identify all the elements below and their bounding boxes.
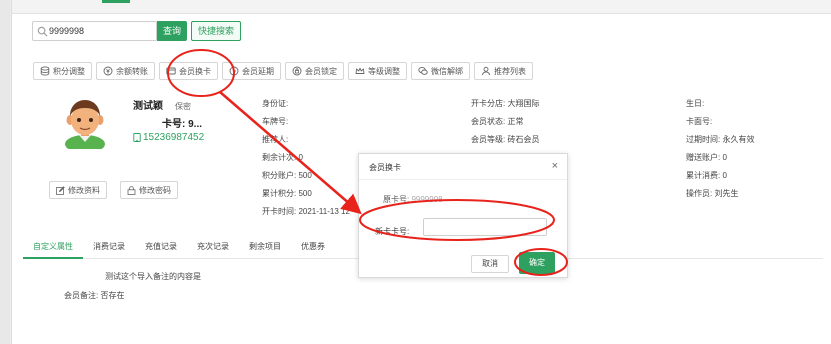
points-adjust-button[interactable]: 积分调整: [33, 62, 92, 80]
close-icon[interactable]: ×: [552, 160, 558, 172]
edit-password-button[interactable]: 修改密码: [120, 181, 178, 199]
total-consume-field: 累计消费: 0: [686, 171, 727, 180]
change-card-label: 会员换卡: [179, 66, 211, 76]
search-input[interactable]: [49, 23, 154, 39]
card-icon: [166, 67, 176, 75]
member-extend-button[interactable]: 会员延期: [222, 62, 281, 80]
member-name-row: 测试颖 保密: [133, 97, 191, 112]
member-status-field: 会员状态: 正常: [471, 117, 524, 126]
remaining-times-field: 剩余计次: 0: [262, 153, 303, 162]
member-name: 测试颖: [133, 101, 163, 112]
tab-consume-records[interactable]: 消费记录: [83, 240, 135, 259]
member-level-field: 会员等级: 砖石会员: [471, 135, 540, 144]
level-adjust-button[interactable]: 等级调整: [348, 62, 407, 80]
wechat-unbind-label: 微信解绑: [431, 66, 463, 76]
left-edge-strip: [0, 0, 10, 344]
custom-note-line: 测试这个导入备注的内容是: [105, 272, 201, 281]
referral-list-button[interactable]: 推荐列表: [474, 62, 533, 80]
edit-profile-label: 修改资料: [68, 185, 100, 195]
dialog-divider: [359, 179, 567, 180]
info-column-store: 开卡分店: 大翔国际 会员状态: 正常 会员等级: 砖石会员: [471, 99, 539, 153]
wechat-unbind-button[interactable]: 微信解绑: [411, 62, 470, 80]
quick-search-button[interactable]: 快捷搜索: [191, 21, 242, 41]
clock-icon: [229, 66, 239, 76]
tab-custom-attributes[interactable]: 自定义属性: [23, 240, 83, 259]
avatar: [65, 100, 105, 149]
level-adjust-label: 等级调整: [368, 66, 400, 76]
member-lock-button[interactable]: 会员锁定: [285, 62, 344, 80]
info-column-extra: 生日: 卡面号: 过期时间: 永久有效 赠送账户: 0 累计消费: 0 操作员:…: [686, 99, 754, 207]
search-box: [32, 21, 157, 41]
active-tab-indicator: [102, 0, 130, 3]
member-remark: 会员备注: 否存在: [64, 291, 125, 300]
new-card-input[interactable]: [423, 218, 547, 236]
query-button[interactable]: 查询: [157, 21, 187, 41]
old-card-row: 原卡号: 9999998: [383, 194, 443, 205]
action-toolbar: 积分调整 余额转账 会员换卡 会员延期 会员锁定 等级调整 微信解绑 推荐列表: [33, 62, 533, 80]
search-row: 查询 快捷搜索: [32, 21, 242, 41]
gift-account-field: 赠送账户: 0: [686, 153, 727, 162]
coin-icon: [103, 66, 113, 76]
dialog-title: 会员换卡: [369, 163, 401, 172]
change-card-button[interactable]: 会员换卡: [159, 62, 218, 80]
wechat-icon: [418, 66, 428, 75]
user-icon: [481, 66, 491, 76]
plate-field: 车牌号:: [262, 117, 289, 126]
member-extend-label: 会员延期: [242, 66, 274, 76]
phone-icon: [133, 133, 141, 142]
card-face-field: 卡面号:: [686, 117, 713, 126]
confirm-button[interactable]: 确定: [519, 252, 555, 274]
password-lock-icon: [127, 185, 136, 195]
referrer-field: 推荐人:: [262, 135, 289, 144]
tab-recharge-records[interactable]: 充值记录: [135, 240, 187, 259]
lock-icon: [292, 66, 302, 76]
cancel-button[interactable]: 取消: [471, 255, 509, 273]
operator-field: 操作员: 刘先生: [686, 189, 739, 198]
tab-times-records[interactable]: 充次记录: [187, 240, 239, 259]
id-card-field: 身份证:: [262, 99, 289, 108]
top-tab-bar: [12, 0, 831, 14]
birthday-field: 生日:: [686, 99, 705, 108]
edit-profile-button[interactable]: 修改资料: [49, 181, 107, 199]
phone-number: 15236987452: [133, 132, 204, 143]
database-icon: [40, 66, 50, 76]
balance-transfer-button[interactable]: 余额转账: [96, 62, 155, 80]
member-lock-label: 会员锁定: [305, 66, 337, 76]
new-card-label: 新卡卡号:: [375, 227, 410, 236]
open-time-field: 开卡时间: 2021-11-13 12: [262, 207, 350, 216]
points-account-field: 积分账户: 500: [262, 171, 312, 180]
open-store-field: 开卡分店: 大翔国际: [471, 99, 540, 108]
balance-transfer-label: 余额转账: [116, 66, 148, 76]
edit-password-label: 修改密码: [139, 185, 171, 195]
referral-list-label: 推荐列表: [494, 66, 526, 76]
old-card-label: 原卡号:: [383, 195, 412, 204]
info-column-basic: 身份证: 车牌号: 推荐人: 剩余计次: 0 积分账户: 500 累计积分: 5…: [262, 99, 350, 225]
old-card-value: 9999998: [411, 195, 443, 204]
total-points-field: 累计积分: 500: [262, 189, 312, 198]
tab-coupons[interactable]: 优惠券: [291, 240, 335, 259]
change-card-dialog: 会员换卡 × 原卡号: 9999998 新卡卡号: 取消 确定: [358, 153, 568, 278]
phone-number-text: 15236987452: [143, 132, 205, 143]
crown-icon: [355, 67, 365, 74]
edit-icon: [56, 185, 65, 195]
member-gender: 保密: [175, 102, 191, 111]
points-adjust-label: 积分调整: [53, 66, 85, 76]
card-number: 卡号: 9...: [162, 119, 203, 130]
tab-remaining-items[interactable]: 剩余项目: [239, 240, 291, 259]
expire-time-field: 过期时间: 永久有效: [686, 135, 755, 144]
search-icon: [37, 26, 48, 37]
